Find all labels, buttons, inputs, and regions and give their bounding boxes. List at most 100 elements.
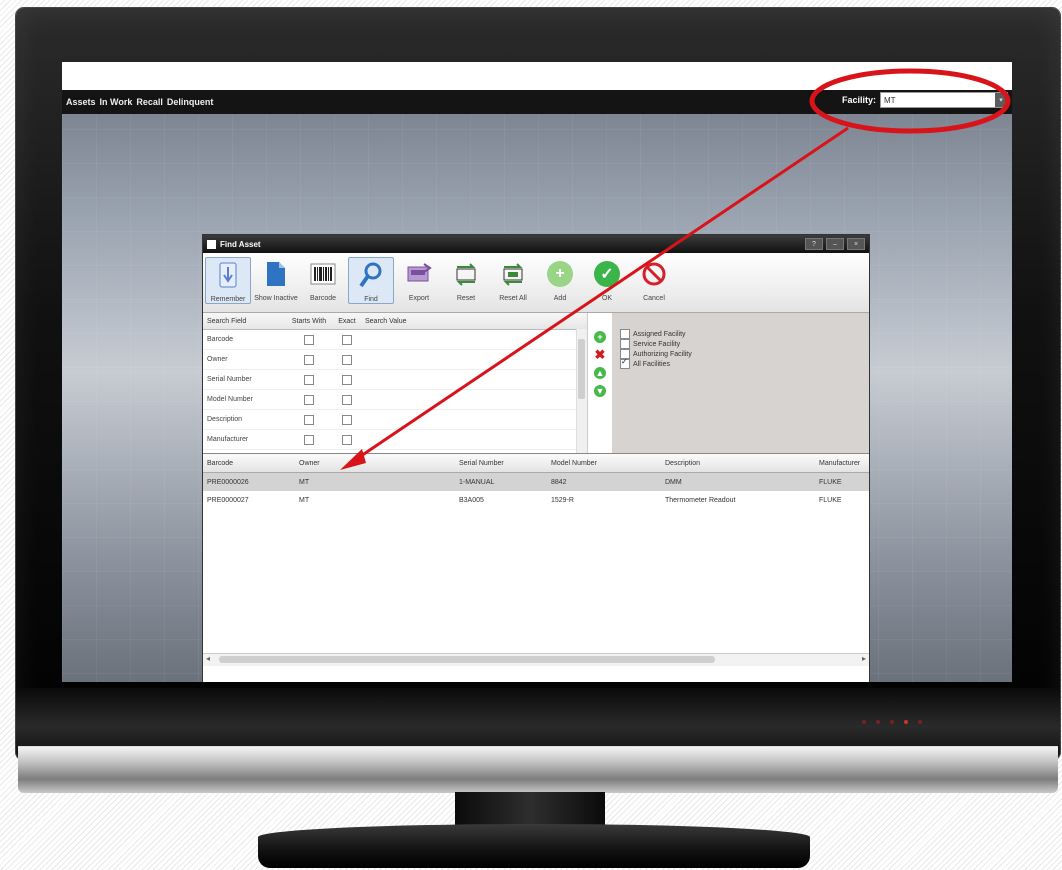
filter-checkbox-checked[interactable] — [620, 357, 630, 369]
power-led — [904, 720, 908, 724]
col-header-manufacturer[interactable]: Manufacturer — [815, 460, 869, 467]
menu-in-work[interactable]: In Work — [100, 97, 133, 107]
monitor-silver-trim — [18, 746, 1058, 793]
reset-button[interactable]: Reset — [444, 257, 488, 302]
search-side-buttons: + ✖ ▲ ▼ — [588, 313, 612, 453]
dialog-title: Find Asset — [220, 239, 261, 249]
filter-checkbox[interactable] — [620, 339, 630, 349]
filter-assigned-facility[interactable]: Assigned Facility — [620, 329, 869, 339]
checkmark-icon: ✓ — [594, 261, 620, 287]
close-button[interactable]: × — [847, 238, 865, 250]
find-button[interactable]: Find — [348, 257, 394, 304]
search-field-label: Model Number — [207, 396, 253, 403]
reset-all-icon — [498, 259, 528, 289]
export-button[interactable]: Export — [397, 257, 441, 302]
col-header-serial-number[interactable]: Serial Number — [455, 460, 547, 467]
results-grid: Barcode Owner Serial Number Model Number… — [203, 454, 869, 666]
magnifier-icon — [356, 260, 386, 290]
scrollbar-thumb[interactable] — [578, 339, 585, 399]
move-down-icon[interactable]: ▼ — [594, 385, 606, 397]
table-row[interactable]: PRE0000026 MT 1-MANUAL 8842 DMM FLUKE — [203, 473, 869, 491]
cell-model-number: 8842 — [551, 478, 567, 486]
exact-checkbox[interactable] — [342, 414, 352, 425]
starts-with-checkbox[interactable] — [304, 374, 314, 385]
led-indicator — [890, 720, 894, 724]
col-header-owner[interactable]: Owner — [295, 460, 455, 467]
add-label: Add — [553, 295, 567, 302]
filter-all-facilities[interactable]: All Facilities — [620, 357, 869, 369]
export-label: Export — [408, 295, 430, 302]
exact-checkbox[interactable] — [342, 334, 352, 345]
header-search-value: Search Value — [365, 317, 407, 325]
table-row[interactable]: PRE0000027 MT B3A005 1529-R Thermometer … — [203, 491, 869, 509]
show-inactive-button[interactable]: Show Inactive — [254, 257, 298, 302]
search-grid-scrollbar[interactable] — [576, 329, 587, 453]
exact-checkbox[interactable] — [342, 374, 352, 385]
filter-service-facility[interactable]: Service Facility — [620, 339, 869, 349]
starts-with-checkbox[interactable] — [304, 354, 314, 365]
remember-button[interactable]: Remember — [205, 257, 251, 304]
search-row-owner: Owner — [203, 350, 587, 370]
move-up-icon[interactable]: ▲ — [594, 367, 606, 379]
starts-with-checkbox[interactable] — [304, 394, 314, 405]
ok-button[interactable]: ✓ OK — [585, 257, 629, 302]
filter-authorizing-facility[interactable]: Authorizing Facility — [620, 349, 869, 359]
led-indicator — [876, 720, 880, 724]
window-icon — [207, 239, 216, 249]
cell-barcode: PRE0000026 — [207, 478, 249, 486]
filter-label: All Facilities — [633, 360, 670, 368]
chevron-down-icon[interactable]: ▾ — [995, 93, 1007, 107]
filter-label: Assigned Facility — [633, 330, 686, 338]
search-grid-header: Search Field Starts With Exact Search Va… — [203, 313, 587, 330]
exact-checkbox[interactable] — [342, 434, 352, 445]
monitor-leds — [862, 720, 922, 724]
facility-selector: Facility: MT ▾ — [842, 92, 1008, 108]
ok-label: OK — [601, 295, 613, 302]
search-row-barcode: Barcode — [203, 330, 587, 350]
reset-label: Reset — [456, 295, 476, 302]
monitor-neck — [455, 792, 605, 828]
col-header-model-number[interactable]: Model Number — [547, 460, 661, 467]
cell-barcode: PRE0000027 — [207, 496, 249, 504]
barcode-button[interactable]: Barcode — [301, 257, 345, 302]
exact-checkbox[interactable] — [342, 354, 352, 365]
add-icon: + — [545, 259, 575, 289]
col-header-barcode[interactable]: Barcode — [203, 460, 295, 467]
reset-all-label: Reset All — [499, 295, 527, 302]
search-criteria-area: Search Field Starts With Exact Search Va… — [203, 313, 869, 454]
scroll-left-icon[interactable]: ◂ — [206, 654, 210, 663]
scroll-right-icon[interactable]: ▸ — [862, 654, 866, 663]
col-header-description[interactable]: Description — [661, 460, 815, 467]
search-field-label: Manufacturer — [207, 436, 249, 443]
header-exact: Exact — [338, 317, 356, 325]
menu-delinquent[interactable]: Delinquent — [167, 97, 214, 107]
barcode-label: Barcode — [309, 295, 337, 302]
starts-with-checkbox[interactable] — [304, 414, 314, 425]
search-row-description: Description — [203, 410, 587, 430]
results-horizontal-scrollbar[interactable]: ◂ ▸ — [203, 653, 869, 666]
cancel-icon — [639, 259, 669, 289]
filter-checkbox[interactable] — [620, 329, 630, 339]
cell-serial-number: 1-MANUAL — [459, 478, 495, 486]
starts-with-checkbox[interactable] — [304, 334, 314, 345]
minimize-button[interactable]: – — [826, 238, 844, 250]
document-icon — [261, 259, 291, 289]
cancel-button[interactable]: Cancel — [632, 257, 676, 302]
cell-manufacturer: FLUKE — [819, 478, 842, 486]
barcode-icon — [308, 259, 338, 289]
starts-with-checkbox[interactable] — [304, 434, 314, 445]
remove-criteria-icon[interactable]: ✖ — [594, 347, 606, 362]
menu-assets[interactable]: Assets — [66, 97, 96, 107]
facility-dropdown[interactable]: MT ▾ — [880, 92, 1008, 108]
cell-description: Thermometer Readout — [665, 496, 736, 504]
cell-model-number: 1529-R — [551, 496, 574, 504]
menu-recall[interactable]: Recall — [136, 97, 163, 107]
add-criteria-icon[interactable]: + — [594, 331, 606, 343]
scrollbar-thumb[interactable] — [219, 656, 715, 663]
remember-icon — [213, 260, 243, 290]
cell-manufacturer: FLUKE — [819, 496, 842, 504]
exact-checkbox[interactable] — [342, 394, 352, 405]
add-button[interactable]: + Add — [538, 257, 582, 302]
reset-all-button[interactable]: Reset All — [491, 257, 535, 302]
help-button[interactable]: ? — [805, 238, 823, 250]
